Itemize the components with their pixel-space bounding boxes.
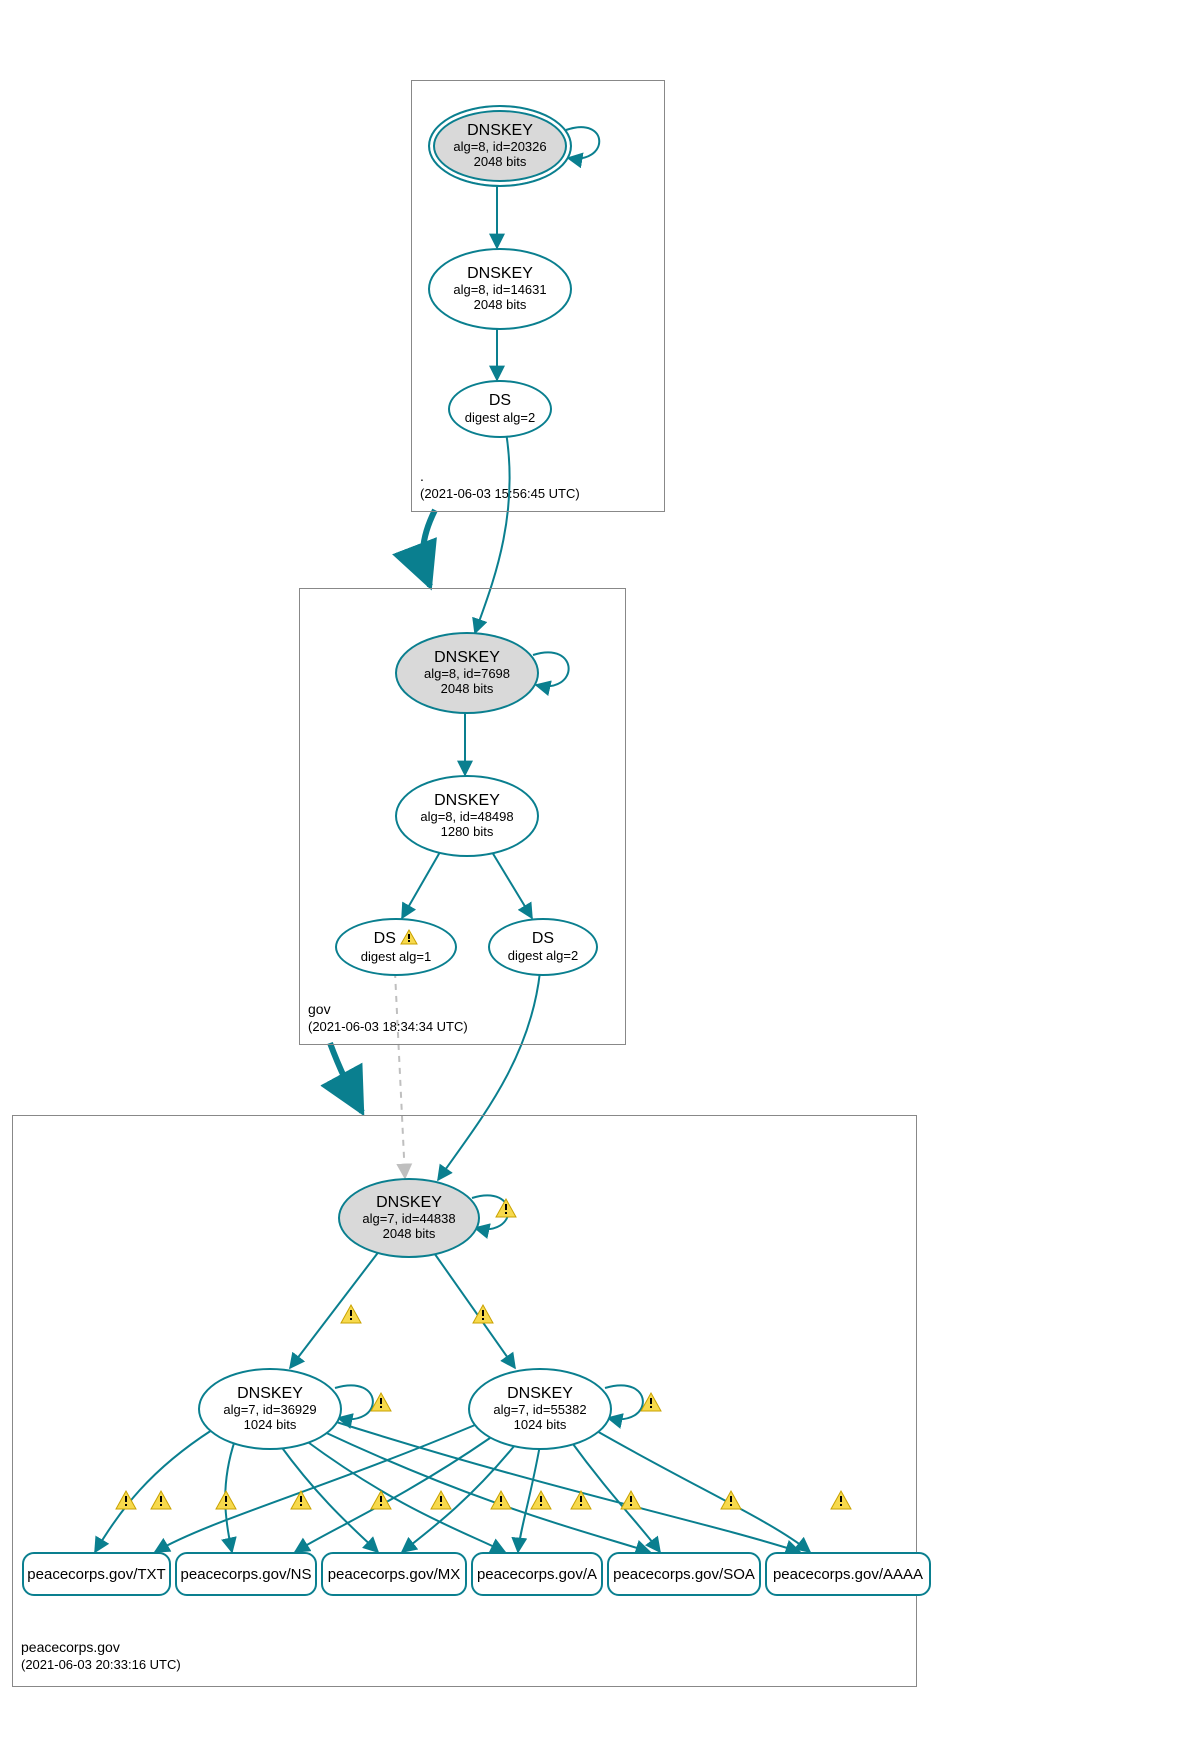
zone-gov-ts: (2021-06-03 18:34:34 UTC) <box>308 1018 468 1036</box>
node-line3: 2048 bits <box>430 298 570 313</box>
node-line2: digest alg=2 <box>450 411 550 426</box>
node-line3: 2048 bits <box>397 682 537 697</box>
zone-root-ts: (2021-06-03 15:56:45 UTC) <box>420 485 580 503</box>
warning-icon <box>495 1198 517 1218</box>
warning-icon <box>530 1490 552 1510</box>
rr-soa: peacecorps.gov/SOA <box>607 1552 761 1596</box>
rr-aaaa: peacecorps.gov/AAAA <box>765 1552 931 1596</box>
node-root-ds: DS digest alg=2 <box>448 380 552 438</box>
node-line2: alg=8, id=14631 <box>430 283 570 298</box>
node-title: DNSKEY <box>470 1385 610 1403</box>
warning-icon <box>340 1304 362 1324</box>
warning-icon <box>290 1490 312 1510</box>
warning-icon <box>620 1490 642 1510</box>
warning-icon <box>370 1490 392 1510</box>
node-title: DNSKEY <box>397 792 537 810</box>
warning-icon <box>720 1490 742 1510</box>
node-title: DNSKEY <box>340 1194 478 1212</box>
rr-mx: peacecorps.gov/MX <box>321 1552 467 1596</box>
rr-ns: peacecorps.gov/NS <box>175 1552 317 1596</box>
warning-icon <box>400 929 418 950</box>
warning-icon <box>370 1392 392 1412</box>
node-line2: alg=7, id=55382 <box>470 1403 610 1418</box>
rr-a: peacecorps.gov/A <box>471 1552 603 1596</box>
node-title: DS <box>450 392 550 410</box>
node-line3: 1280 bits <box>397 825 537 840</box>
node-line3: 2048 bits <box>340 1227 478 1242</box>
node-line2: alg=7, id=44838 <box>340 1212 478 1227</box>
zone-gov-name: gov <box>308 1000 468 1019</box>
warning-icon <box>215 1490 237 1510</box>
zone-pc-name: peacecorps.gov <box>21 1638 181 1657</box>
node-line2: alg=8, id=48498 <box>397 810 537 825</box>
node-pc-zsk1: DNSKEY alg=7, id=36929 1024 bits <box>198 1368 342 1450</box>
node-line2: alg=8, id=20326 <box>430 140 570 155</box>
node-title: DNSKEY <box>200 1385 340 1403</box>
node-line2: alg=7, id=36929 <box>200 1403 340 1418</box>
node-gov-ds2: DS digest alg=2 <box>488 918 598 976</box>
node-line3: 2048 bits <box>430 155 570 170</box>
rr-txt: peacecorps.gov/TXT <box>22 1552 171 1596</box>
zone-root-name: . <box>420 467 580 486</box>
node-pc-zsk2: DNSKEY alg=7, id=55382 1024 bits <box>468 1368 612 1450</box>
warning-icon <box>150 1490 172 1510</box>
warning-icon <box>430 1490 452 1510</box>
node-title: DNSKEY <box>430 122 570 140</box>
node-gov-ksk: DNSKEY alg=8, id=7698 2048 bits <box>395 632 539 714</box>
node-gov-zsk: DNSKEY alg=8, id=48498 1280 bits <box>395 775 539 857</box>
node-line2: alg=8, id=7698 <box>397 667 537 682</box>
node-root-zsk: DNSKEY alg=8, id=14631 2048 bits <box>428 248 572 330</box>
node-title: DNSKEY <box>397 649 537 667</box>
node-title: DS <box>374 930 396 947</box>
warning-icon <box>570 1490 592 1510</box>
node-line2: digest alg=1 <box>337 950 455 965</box>
warning-icon <box>472 1304 494 1324</box>
warning-icon <box>640 1392 662 1412</box>
node-line2: digest alg=2 <box>490 949 596 964</box>
node-title: DS <box>490 930 596 948</box>
warning-icon <box>115 1490 137 1510</box>
node-line3: 1024 bits <box>200 1418 340 1433</box>
warning-icon <box>830 1490 852 1510</box>
node-root-ksk: DNSKEY alg=8, id=20326 2048 bits <box>428 105 572 187</box>
node-gov-ds1: DS digest alg=1 <box>335 918 457 976</box>
node-pc-ksk: DNSKEY alg=7, id=44838 2048 bits <box>338 1178 480 1258</box>
node-line3: 1024 bits <box>470 1418 610 1433</box>
zone-pc-ts: (2021-06-03 20:33:16 UTC) <box>21 1656 181 1674</box>
node-title: DNSKEY <box>430 265 570 283</box>
warning-icon <box>490 1490 512 1510</box>
